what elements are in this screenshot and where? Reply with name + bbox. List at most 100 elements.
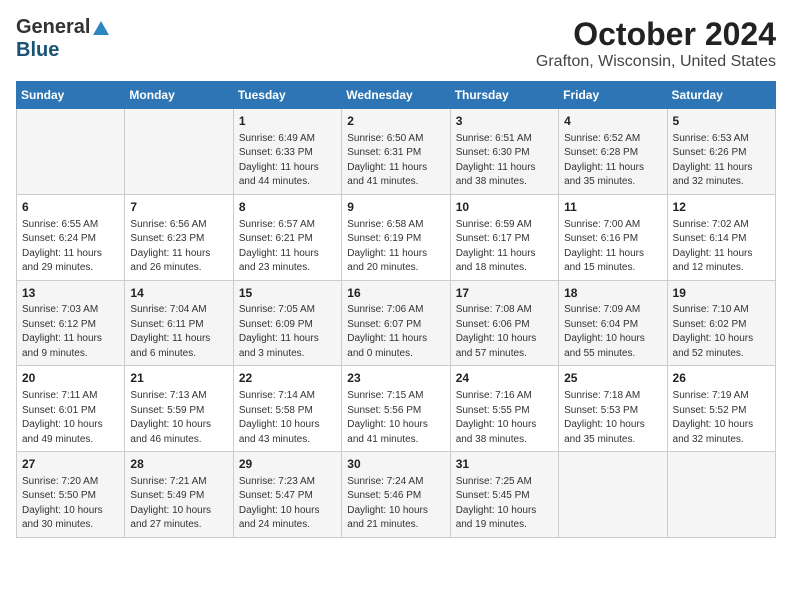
calendar-day-cell: 15Sunrise: 7:05 AM Sunset: 6:09 PM Dayli…: [233, 280, 341, 366]
calendar-day-cell: 10 Sunrise: 6:59 AM Sunset: 6:17 PM Dayli…: [450, 194, 558, 280]
day-number: 5: [673, 113, 770, 130]
day-info: Sunrise: 7:02 AM Sunset: 6:14 PM Dayligh…: [673, 218, 770, 276]
day-number: 4: [564, 113, 661, 130]
calendar-day-cell: 6Sunrise: 6:55 AM Sunset: 6:24 PM Daylig…: [17, 194, 125, 280]
day-info: Sunrise: 6:57 AM Sunset: 6:21 PM Dayligh…: [239, 218, 336, 276]
day-number: 17: [456, 285, 553, 302]
day-number: 14: [130, 285, 227, 302]
day-info: Sunrise: 7:05 AM Sunset: 6:09 PM Dayligh…: [239, 303, 336, 361]
calendar-day-cell: 30 Sunrise: 7:24 AM Sunset: 5:46 PM Dayli…: [342, 452, 450, 538]
day-info: Sunrise: 7:00 AM Sunset: 6:16 PM Dayligh…: [564, 218, 661, 276]
day-info: Sunrise: 7:11 AM Sunset: 6:01 PM Dayligh…: [22, 389, 119, 447]
day-info: Sunrise: 7:24 AM Sunset: 5:46 PM Dayligh…: [347, 475, 444, 533]
calendar-week-row: 6Sunrise: 6:55 AM Sunset: 6:24 PM Daylig…: [17, 194, 776, 280]
day-info: Sunrise: 6:55 AM Sunset: 6:24 PM Dayligh…: [22, 218, 119, 276]
day-info: Sunrise: 7:03 AM Sunset: 6:12 PM Dayligh…: [22, 303, 119, 361]
day-info: Sunrise: 6:52 AM Sunset: 6:28 PM Dayligh…: [564, 132, 661, 190]
logo-triangle-icon: [92, 19, 110, 37]
calendar-day-cell: 3 Sunrise: 6:51 AM Sunset: 6:30 PM Daylig…: [450, 109, 558, 195]
calendar-week-row: 13Sunrise: 7:03 AM Sunset: 6:12 PM Dayli…: [17, 280, 776, 366]
calendar-day-cell: 22 Sunrise: 7:14 AM Sunset: 5:58 PM Dayli…: [233, 366, 341, 452]
calendar-day-cell: 21 Sunrise: 7:13 AM Sunset: 5:59 PM Dayli…: [125, 366, 233, 452]
calendar-week-row: 27 Sunrise: 7:20 AM Sunset: 5:50 PM Dayli…: [17, 452, 776, 538]
day-number: 27: [22, 456, 119, 473]
calendar-day-cell: [559, 452, 667, 538]
day-number: 21: [130, 370, 227, 387]
weekday-header-wednesday: Wednesday: [342, 82, 450, 109]
calendar-week-row: 20 Sunrise: 7:11 AM Sunset: 6:01 PM Dayli…: [17, 366, 776, 452]
logo-general: General: [16, 16, 90, 39]
calendar-day-cell: 28 Sunrise: 7:21 AM Sunset: 5:49 PM Dayli…: [125, 452, 233, 538]
calendar-day-cell: 7Sunrise: 6:56 AM Sunset: 6:23 PM Daylig…: [125, 194, 233, 280]
calendar-day-cell: [17, 109, 125, 195]
day-info: Sunrise: 6:49 AM Sunset: 6:33 PM Dayligh…: [239, 132, 336, 190]
calendar-table: SundayMondayTuesdayWednesdayThursdayFrid…: [16, 81, 776, 538]
calendar-day-cell: 18Sunrise: 7:09 AM Sunset: 6:04 PM Dayli…: [559, 280, 667, 366]
day-info: Sunrise: 7:06 AM Sunset: 6:07 PM Dayligh…: [347, 303, 444, 361]
day-number: 25: [564, 370, 661, 387]
calendar-day-cell: 24 Sunrise: 7:16 AM Sunset: 5:55 PM Dayli…: [450, 366, 558, 452]
day-info: Sunrise: 7:08 AM Sunset: 6:06 PM Dayligh…: [456, 303, 553, 361]
calendar-day-cell: 12 Sunrise: 7:02 AM Sunset: 6:14 PM Dayli…: [667, 194, 775, 280]
day-info: Sunrise: 7:25 AM Sunset: 5:45 PM Dayligh…: [456, 475, 553, 533]
day-number: 9: [347, 199, 444, 216]
day-number: 18: [564, 285, 661, 302]
logo: General Blue: [16, 16, 110, 62]
day-info: Sunrise: 7:09 AM Sunset: 6:04 PM Dayligh…: [564, 303, 661, 361]
day-info: Sunrise: 7:10 AM Sunset: 6:02 PM Dayligh…: [673, 303, 770, 361]
day-number: 2: [347, 113, 444, 130]
day-info: Sunrise: 7:15 AM Sunset: 5:56 PM Dayligh…: [347, 389, 444, 447]
day-info: Sunrise: 6:59 AM Sunset: 6:17 PM Dayligh…: [456, 218, 553, 276]
day-info: Sunrise: 7:16 AM Sunset: 5:55 PM Dayligh…: [456, 389, 553, 447]
day-number: 8: [239, 199, 336, 216]
day-info: Sunrise: 7:13 AM Sunset: 5:59 PM Dayligh…: [130, 389, 227, 447]
day-number: 29: [239, 456, 336, 473]
weekday-header-friday: Friday: [559, 82, 667, 109]
calendar-day-cell: 8 Sunrise: 6:57 AM Sunset: 6:21 PM Daylig…: [233, 194, 341, 280]
day-info: Sunrise: 7:18 AM Sunset: 5:53 PM Dayligh…: [564, 389, 661, 447]
day-info: Sunrise: 6:50 AM Sunset: 6:31 PM Dayligh…: [347, 132, 444, 190]
day-info: Sunrise: 7:14 AM Sunset: 5:58 PM Dayligh…: [239, 389, 336, 447]
calendar-day-cell: 19Sunrise: 7:10 AM Sunset: 6:02 PM Dayli…: [667, 280, 775, 366]
calendar-day-cell: 23 Sunrise: 7:15 AM Sunset: 5:56 PM Dayli…: [342, 366, 450, 452]
day-number: 24: [456, 370, 553, 387]
day-info: Sunrise: 7:21 AM Sunset: 5:49 PM Dayligh…: [130, 475, 227, 533]
calendar-day-cell: [125, 109, 233, 195]
day-number: 26: [673, 370, 770, 387]
day-number: 23: [347, 370, 444, 387]
day-info: Sunrise: 7:04 AM Sunset: 6:11 PM Dayligh…: [130, 303, 227, 361]
calendar-day-cell: 9Sunrise: 6:58 AM Sunset: 6:19 PM Daylig…: [342, 194, 450, 280]
weekday-header-tuesday: Tuesday: [233, 82, 341, 109]
day-number: 15: [239, 285, 336, 302]
day-number: 1: [239, 113, 336, 130]
day-info: Sunrise: 7:19 AM Sunset: 5:52 PM Dayligh…: [673, 389, 770, 447]
day-number: 28: [130, 456, 227, 473]
day-number: 20: [22, 370, 119, 387]
day-number: 11: [564, 199, 661, 216]
calendar-day-cell: 13Sunrise: 7:03 AM Sunset: 6:12 PM Dayli…: [17, 280, 125, 366]
logo-blue: Blue: [16, 39, 59, 61]
day-number: 22: [239, 370, 336, 387]
title-block: October 2024 Grafton, Wisconsin, United …: [536, 16, 776, 71]
day-number: 10: [456, 199, 553, 216]
day-number: 31: [456, 456, 553, 473]
day-number: 30: [347, 456, 444, 473]
page-title: October 2024: [536, 16, 776, 53]
day-number: 3: [456, 113, 553, 130]
day-number: 19: [673, 285, 770, 302]
calendar-day-cell: 14Sunrise: 7:04 AM Sunset: 6:11 PM Dayli…: [125, 280, 233, 366]
calendar-day-cell: [667, 452, 775, 538]
calendar-day-cell: 27 Sunrise: 7:20 AM Sunset: 5:50 PM Dayli…: [17, 452, 125, 538]
page-subtitle: Grafton, Wisconsin, United States: [536, 53, 776, 71]
day-number: 7: [130, 199, 227, 216]
calendar-week-row: 1 Sunrise: 6:49 AM Sunset: 6:33 PM Daylig…: [17, 109, 776, 195]
page-header: General Blue October 2024 Grafton, Wisco…: [16, 16, 776, 71]
weekday-header-monday: Monday: [125, 82, 233, 109]
weekday-header-thursday: Thursday: [450, 82, 558, 109]
calendar-day-cell: 5Sunrise: 6:53 AM Sunset: 6:26 PM Daylig…: [667, 109, 775, 195]
day-info: Sunrise: 6:51 AM Sunset: 6:30 PM Dayligh…: [456, 132, 553, 190]
calendar-day-cell: 26 Sunrise: 7:19 AM Sunset: 5:52 PM Dayli…: [667, 366, 775, 452]
day-number: 12: [673, 199, 770, 216]
day-info: Sunrise: 7:20 AM Sunset: 5:50 PM Dayligh…: [22, 475, 119, 533]
calendar-day-cell: 1 Sunrise: 6:49 AM Sunset: 6:33 PM Daylig…: [233, 109, 341, 195]
